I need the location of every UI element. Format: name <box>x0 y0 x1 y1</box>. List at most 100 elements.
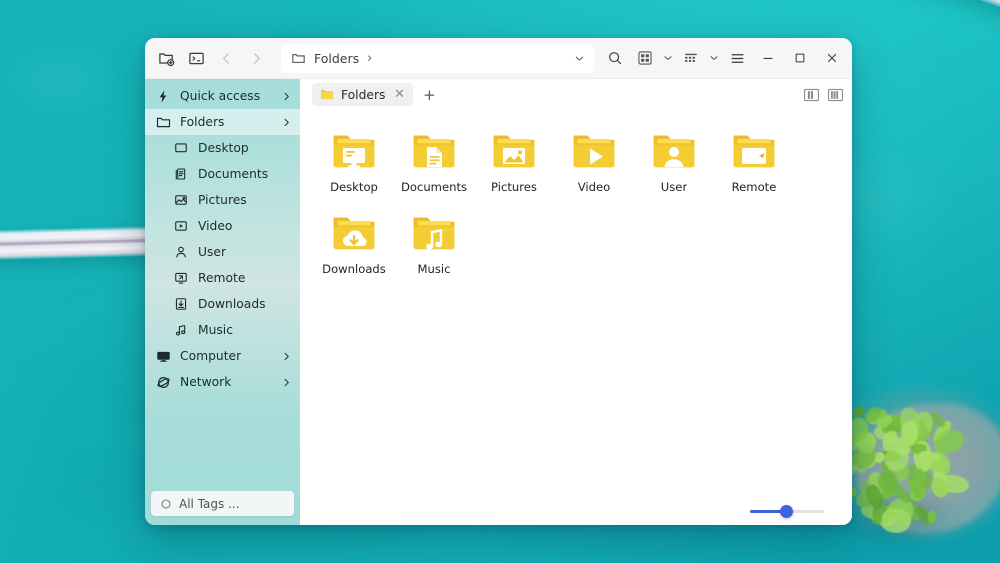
wallpaper-foliage <box>844 406 962 536</box>
new-tab-button[interactable]: + <box>418 84 440 106</box>
file-manager-window: Folders › <box>145 38 852 525</box>
image-emblem <box>490 126 538 174</box>
folder-icon <box>330 208 378 256</box>
file-item[interactable]: Documents <box>394 120 474 202</box>
chevron-right-icon[interactable] <box>281 91 292 102</box>
documents-icon <box>173 166 189 182</box>
file-name-label: Video <box>578 180 610 194</box>
download-cloud-emblem <box>330 208 378 256</box>
content-area: Folders ✕ + <box>300 79 852 525</box>
tab-folders[interactable]: Folders ✕ <box>312 83 413 106</box>
wallpaper-bridge-left <box>0 226 160 260</box>
sidebar-item-computer[interactable]: Computer <box>145 343 300 369</box>
terminal-button[interactable] <box>181 44 211 72</box>
folder-icon <box>650 126 698 174</box>
video-icon <box>173 218 189 234</box>
minimize-button[interactable] <box>752 43 784 73</box>
sidebar-item-label: Documents <box>198 167 268 181</box>
folder-icon <box>570 126 618 174</box>
file-name-label: Remote <box>732 180 777 194</box>
grid-view-control[interactable] <box>630 44 676 72</box>
search-button[interactable] <box>600 44 630 72</box>
sidebar: Quick access Folders Desktop Documents Pictu… <box>145 79 300 525</box>
chevron-right-icon[interactable] <box>281 351 292 362</box>
titlebar-actions <box>600 43 848 73</box>
panel-toggle-group <box>803 87 844 103</box>
all-tags-field[interactable]: All Tags ... <box>151 491 294 516</box>
folder-icon <box>291 51 306 66</box>
path-breadcrumb-bar[interactable]: Folders › <box>281 44 594 73</box>
lightning-icon <box>155 88 171 104</box>
file-name-label: Pictures <box>491 180 537 194</box>
file-name-label: User <box>661 180 687 194</box>
sidebar-item-user[interactable]: User <box>145 239 300 265</box>
file-item[interactable]: Remote <box>714 120 794 202</box>
file-item[interactable]: User <box>634 120 714 202</box>
sidebar-spacer <box>145 395 300 491</box>
sidebar-item-label: Network <box>180 375 231 389</box>
breadcrumb-label: Folders <box>314 51 359 66</box>
sidebar-item-desktop[interactable]: Desktop <box>145 135 300 161</box>
sidebar-item-label: User <box>198 245 226 259</box>
pictures-icon <box>173 192 189 208</box>
sidebar-item-network[interactable]: Network <box>145 369 300 395</box>
document-emblem <box>410 126 458 174</box>
sidebar-item-downloads[interactable]: Downloads <box>145 291 300 317</box>
file-item[interactable]: Video <box>554 120 634 202</box>
sidebar-item-folders[interactable]: Folders <box>145 109 300 135</box>
file-item[interactable]: Desktop <box>314 120 394 202</box>
remote-icon <box>173 270 189 286</box>
tab-close-icon[interactable]: ✕ <box>392 88 406 101</box>
file-item[interactable]: Pictures <box>474 120 554 202</box>
grid-view-icon[interactable] <box>630 44 660 72</box>
hamburger-menu-button[interactable] <box>722 44 752 72</box>
preview-panel-icon[interactable] <box>827 87 844 103</box>
sidebar-item-pictures[interactable]: Pictures <box>145 187 300 213</box>
back-button[interactable] <box>211 44 241 72</box>
sidebar-item-label: Computer <box>180 349 241 363</box>
sidebar-item-remote[interactable]: Remote <box>145 265 300 291</box>
forward-button[interactable] <box>241 44 271 72</box>
sidebar-item-label: Remote <box>198 271 245 285</box>
split-panel-icon[interactable] <box>803 87 820 103</box>
file-item[interactable]: Music <box>394 202 474 284</box>
sidebar-item-label: Music <box>198 323 233 337</box>
file-name-label: Music <box>418 262 451 276</box>
zoom-slider[interactable] <box>750 503 824 519</box>
file-name-label: Downloads <box>322 262 386 276</box>
desktop: Folders › <box>0 0 1000 563</box>
detail-view-chevron-down-icon[interactable] <box>706 52 722 64</box>
path-dropdown-chevron-down-icon[interactable] <box>573 52 586 65</box>
tab-label: Folders <box>341 88 385 102</box>
folder-icon <box>330 126 378 174</box>
sidebar-item-label: Quick access <box>180 89 260 103</box>
desktop-icon <box>173 140 189 156</box>
downloads-icon <box>173 296 189 312</box>
detail-view-icon[interactable] <box>676 44 706 72</box>
sidebar-item-quick-access[interactable]: Quick access <box>145 83 300 109</box>
zoom-slider-knob[interactable] <box>780 505 793 518</box>
close-button[interactable] <box>816 43 848 73</box>
desktop-emblem <box>330 126 378 174</box>
detail-view-control[interactable] <box>676 44 722 72</box>
grid-view-chevron-down-icon[interactable] <box>660 52 676 64</box>
computer-icon <box>155 348 171 364</box>
sidebar-item-label: Downloads <box>198 297 266 311</box>
folder-icon <box>490 126 538 174</box>
sidebar-item-label: Desktop <box>198 141 249 155</box>
all-tags-label: All Tags ... <box>179 497 240 511</box>
chevron-right-icon[interactable] <box>281 377 292 388</box>
file-item[interactable]: Downloads <box>314 202 394 284</box>
breadcrumb[interactable]: Folders › <box>291 51 372 66</box>
sidebar-item-video[interactable]: Video <box>145 213 300 239</box>
network-icon <box>155 374 171 390</box>
chevron-right-icon[interactable] <box>281 117 292 128</box>
person-emblem <box>650 126 698 174</box>
sidebar-item-label: Pictures <box>198 193 247 207</box>
foliage-leaf <box>926 510 937 525</box>
sidebar-item-music[interactable]: Music <box>145 317 300 343</box>
maximize-button[interactable] <box>784 43 816 73</box>
sidebar-item-documents[interactable]: Documents <box>145 161 300 187</box>
new-folder-button[interactable] <box>151 44 181 72</box>
tab-bar: Folders ✕ + <box>300 79 852 110</box>
